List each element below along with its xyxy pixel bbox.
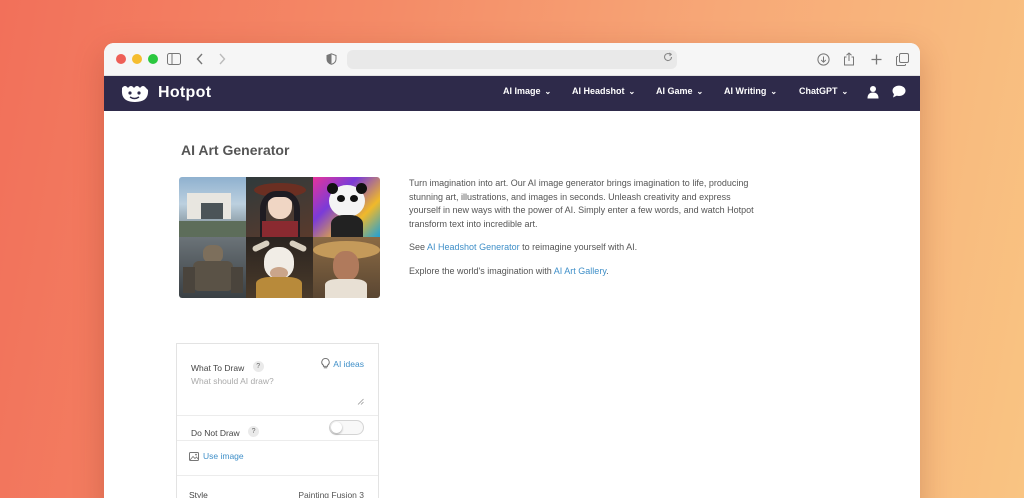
privacy-shield-icon[interactable] — [321, 49, 341, 69]
art-tile-building — [179, 177, 246, 237]
chevron-down-icon: ⌄ — [696, 86, 704, 96]
site-navbar: Hotpot AI Image ⌄ AI Headshot ⌄ AI Game … — [104, 76, 920, 111]
nav-ai-headshot-label: AI Headshot — [572, 86, 625, 96]
gallery-prefix: Explore the world's imagination with — [409, 265, 554, 276]
style-row[interactable]: Style Painting Fusion 3 — [177, 476, 378, 498]
page-description: Turn imagination into art. Our AI image … — [409, 177, 754, 289]
zoom-window-button[interactable] — [148, 54, 158, 64]
intro-paragraph: Turn imagination into art. Our AI image … — [409, 178, 754, 229]
nav-ai-writing[interactable]: AI Writing ⌄ — [724, 86, 777, 96]
chevron-down-icon: ⌄ — [841, 86, 849, 96]
do-not-draw-heading: Do Not Draw ? — [191, 423, 260, 441]
back-icon[interactable] — [190, 49, 210, 69]
art-tile-golden-bull — [246, 237, 313, 298]
nav-chatgpt-label: ChatGPT — [799, 86, 838, 96]
browser-window: Hotpot AI Image ⌄ AI Headshot ⌄ AI Game … — [104, 43, 920, 498]
use-image-row: Use image — [177, 441, 378, 476]
headshot-paragraph: See AI Headshot Generator to reimagine y… — [409, 241, 754, 255]
nav-ai-writing-label: AI Writing — [724, 86, 767, 96]
art-tile-anime-girl — [246, 177, 313, 237]
prompt-input[interactable] — [191, 376, 365, 406]
sample-art-mosaic — [179, 177, 380, 298]
image-icon — [189, 451, 199, 461]
headshot-suffix: to reimagine yourself with AI. — [519, 242, 638, 253]
tab-overview-icon[interactable] — [892, 49, 912, 69]
ai-art-gallery-link[interactable]: AI Art Gallery — [554, 266, 606, 276]
what-to-draw-row: What To Draw ? AI ideas — [177, 344, 378, 416]
downloads-icon[interactable] — [813, 49, 833, 69]
page-title: AI Art Generator — [181, 142, 290, 158]
gallery-paragraph: Explore the world's imagination with AI … — [409, 265, 754, 279]
toggle-knob — [331, 422, 342, 433]
do-not-draw-row: Do Not Draw ? — [177, 416, 378, 441]
what-to-draw-label: What To Draw — [191, 363, 245, 373]
forward-icon[interactable] — [212, 49, 232, 69]
headshot-prefix: See — [409, 242, 428, 253]
do-not-draw-label: Do Not Draw — [191, 428, 240, 438]
art-tile-old-woman — [313, 237, 380, 298]
lightbulb-icon — [321, 358, 330, 369]
help-icon[interactable]: ? — [248, 426, 260, 438]
chevron-down-icon: ⌄ — [544, 86, 552, 96]
chevron-down-icon: ⌄ — [770, 86, 778, 96]
hotpot-logo[interactable]: Hotpot — [120, 82, 211, 104]
nav-ai-image-label: AI Image — [503, 86, 541, 96]
resize-handle-icon[interactable] — [357, 398, 364, 405]
gallery-suffix: . — [606, 265, 609, 276]
style-label: Style — [189, 490, 208, 498]
reload-icon[interactable] — [663, 51, 673, 65]
nav-ai-game[interactable]: AI Game ⌄ — [656, 86, 703, 96]
generator-form: What To Draw ? AI ideas Do Not Draw ? — [176, 343, 379, 498]
new-tab-icon[interactable] — [866, 49, 886, 69]
chevron-down-icon: ⌄ — [628, 86, 636, 96]
chat-bubble-icon[interactable] — [892, 85, 908, 101]
ai-headshot-generator-link[interactable]: AI Headshot Generator — [427, 242, 520, 252]
nav-ai-game-label: AI Game — [656, 86, 693, 96]
ai-ideas-button[interactable]: AI ideas — [321, 358, 364, 369]
art-tile-panda — [313, 177, 380, 237]
nav-ai-headshot[interactable]: AI Headshot ⌄ — [572, 86, 635, 96]
window-controls — [116, 54, 158, 64]
minimize-window-button[interactable] — [132, 54, 142, 64]
nav-chatgpt[interactable]: ChatGPT ⌄ — [799, 86, 848, 96]
share-icon[interactable] — [839, 49, 859, 69]
browser-toolbar — [104, 43, 920, 76]
art-tile-robot-soldier — [179, 237, 246, 298]
address-bar[interactable] — [347, 50, 677, 69]
help-icon[interactable]: ? — [252, 361, 264, 373]
sidebar-toggle-icon[interactable] — [164, 49, 184, 69]
use-image-label: Use image — [203, 451, 244, 461]
what-to-draw-heading: What To Draw ? — [191, 358, 264, 376]
do-not-draw-toggle[interactable] — [329, 420, 364, 435]
close-window-button[interactable] — [116, 54, 126, 64]
hotpot-logo-icon — [121, 86, 149, 102]
nav-ai-image[interactable]: AI Image ⌄ — [503, 86, 551, 96]
user-icon[interactable] — [867, 85, 883, 101]
brand-name: Hotpot — [158, 84, 212, 101]
style-value: Painting Fusion 3 — [298, 490, 364, 498]
main-content: AI Art Generator Turn imagination into a… — [104, 111, 920, 498]
ai-ideas-label: AI ideas — [333, 358, 364, 369]
use-image-button[interactable]: Use image — [189, 451, 244, 461]
